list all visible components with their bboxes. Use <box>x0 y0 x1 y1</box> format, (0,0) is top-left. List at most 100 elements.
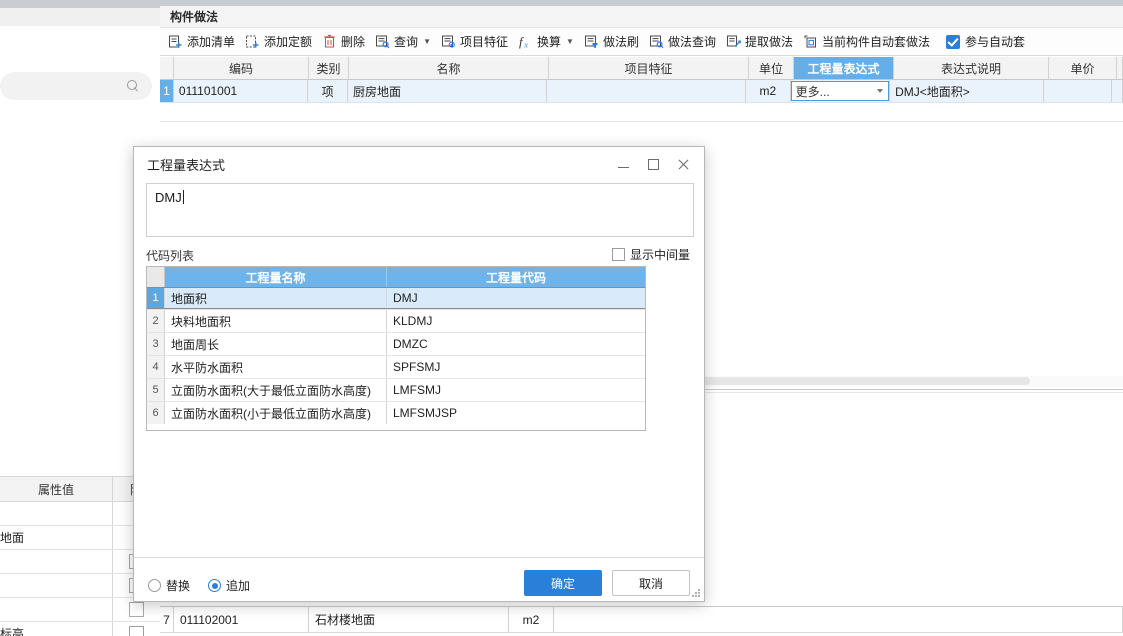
method-query-button[interactable]: 做法查询 <box>649 33 716 50</box>
grid-header-name[interactable]: 名称 <box>349 57 549 79</box>
cell-code[interactable]: 011102001 <box>174 607 309 632</box>
auto-apply-button[interactable]: 当前构件自动套做法 <box>803 33 930 50</box>
grid-header-index <box>160 57 174 79</box>
cell-category[interactable]: 项 <box>308 80 349 102</box>
method-grid: 编码 类别 名称 项目特征 单位 工程量表达式 表达式说明 单价 1 01110… <box>160 57 1123 122</box>
grid-header-row: 编码 类别 名称 项目特征 单位 工程量表达式 表达式说明 单价 <box>160 57 1123 80</box>
cell-quantity-code: KLDMJ <box>393 314 433 328</box>
row-index: 1 <box>147 288 165 308</box>
delete-button[interactable]: 删除 <box>322 33 365 50</box>
close-button[interactable] <box>668 151 698 177</box>
attach-checkbox[interactable] <box>128 602 144 617</box>
minimize-button[interactable] <box>608 151 638 177</box>
conversion-label: 换算 <box>537 35 562 49</box>
conversion-button[interactable]: f x 换算 ▼ <box>518 33 574 50</box>
row-divider <box>112 574 113 597</box>
code-header-name[interactable]: 工程量名称 <box>165 267 387 287</box>
feature-icon <box>441 34 456 49</box>
list-item[interactable]: 4 水平防水面积 SPFSMJ <box>147 355 645 378</box>
row-divider <box>112 622 113 636</box>
grid-header-feature[interactable]: 项目特征 <box>549 57 749 79</box>
grid-header-unit[interactable]: 单位 <box>749 57 794 79</box>
code-header-code[interactable]: 工程量代码 <box>387 267 645 287</box>
left-top-strip <box>0 0 160 8</box>
extract-method-button[interactable]: 提取做法 <box>726 33 793 50</box>
bottom-grid: 7 011102001 石材楼地面 m2 <box>160 606 1123 636</box>
cancel-button[interactable]: 取消 <box>612 570 690 596</box>
cell-name[interactable]: 厨房地面 <box>348 80 547 102</box>
radio-replace[interactable]: 替换 <box>148 577 190 594</box>
fx-icon: f x <box>518 34 533 49</box>
show-intermediate-checkbox[interactable]: 显示中间量 <box>611 246 690 263</box>
project-feature-button[interactable]: 项目特征 <box>441 33 508 50</box>
cell-quantity-code: LMFSMJ <box>393 383 441 397</box>
cell-expression[interactable]: 更多... <box>790 80 891 102</box>
code-table-filler <box>147 424 645 430</box>
add-list-label: 添加清单 <box>187 35 236 49</box>
project-feature-label: 项目特征 <box>459 35 508 49</box>
cell-quantity-code: LMFSMJSP <box>393 406 458 420</box>
expression-textarea[interactable]: DMJ <box>146 183 694 237</box>
auto-apply-icon <box>803 34 818 49</box>
expression-dropdown[interactable]: 更多... <box>790 81 890 101</box>
participate-auto-apply-label: 参与自动套 <box>965 35 1026 49</box>
table-row[interactable]: 7 011102001 石材楼地面 m2 <box>160 606 1123 633</box>
cell-feature[interactable] <box>547 80 746 102</box>
table-row[interactable]: 1 011101001 项 厨房地面 m2 更多... DMJ<地面积> <box>160 80 1123 103</box>
minimize-icon <box>617 167 629 168</box>
row-divider <box>112 598 113 621</box>
method-brush-button[interactable]: 做法刷 <box>584 33 639 50</box>
cell-name[interactable]: 石材楼地面 <box>309 607 509 632</box>
maximize-icon <box>647 158 659 170</box>
resize-grip-icon[interactable] <box>692 589 701 598</box>
cell-quantity-name: 立面防水面积(小于最低立面防水高度) <box>165 402 387 424</box>
cell-quantity-code: SPFSMJ <box>393 360 441 374</box>
list-item[interactable]: 3 地面周长 DMZC <box>147 332 645 355</box>
cell-quantity-name: 地面积 <box>165 288 387 308</box>
row-index: 3 <box>147 333 165 355</box>
grid-header-expression-desc[interactable]: 表达式说明 <box>894 57 1049 79</box>
attach-checkbox[interactable] <box>128 626 144 636</box>
trash-icon <box>322 34 337 49</box>
property-row[interactable]: 标高 <box>0 622 160 636</box>
grid-header-category[interactable]: 类别 <box>309 57 349 79</box>
cell-unit[interactable]: m2 <box>509 607 554 632</box>
cell-code[interactable]: 011101001 <box>174 80 309 102</box>
grid-header-expression[interactable]: 工程量表达式 <box>794 57 894 79</box>
chevron-down-icon[interactable]: ▼ <box>423 37 431 46</box>
query-icon <box>375 34 390 49</box>
toolbar: 添加清单 添加定额 删除 查询 ▼ 项目特征 f x 换算 ▼ 做法刷 做法查询… <box>160 28 1123 56</box>
dialog-title-bar[interactable]: 工程量表达式 <box>134 147 704 181</box>
chevron-down-icon[interactable] <box>877 89 884 93</box>
property-value: 标高 <box>0 627 25 636</box>
list-item[interactable]: 6 立面防水面积(小于最低立面防水高度) LMFSMJSP <box>147 401 645 424</box>
checkbox-checked-icon <box>946 34 960 49</box>
cell-unit[interactable]: m2 <box>746 80 791 102</box>
list-item[interactable]: 1 地面积 DMJ <box>147 287 645 309</box>
grid-header-code[interactable]: 编码 <box>174 57 309 79</box>
extract-method-icon <box>726 34 741 49</box>
cell-expression-desc[interactable]: DMJ<地面积> <box>890 80 1045 102</box>
search-input[interactable] <box>0 72 152 100</box>
method-brush-label: 做法刷 <box>602 35 639 49</box>
chevron-down-icon[interactable]: ▼ <box>566 37 574 46</box>
search-icon <box>127 79 140 93</box>
property-header-divider <box>112 477 113 501</box>
maximize-button[interactable] <box>638 151 668 177</box>
grid-header-price[interactable]: 单价 <box>1049 57 1117 79</box>
cell-price[interactable] <box>1044 80 1113 102</box>
list-item[interactable]: 5 立面防水面积(大于最低立面防水高度) LMFSMJ <box>147 378 645 401</box>
confirm-button[interactable]: 确定 <box>524 570 602 596</box>
grid-empty-row <box>160 103 1123 122</box>
query-button[interactable]: 查询 ▼ <box>375 33 431 50</box>
participate-auto-apply-checkbox[interactable]: 参与自动套 <box>946 33 1025 50</box>
dialog-window-buttons <box>608 147 698 181</box>
list-item[interactable]: 2 块料地面积 KLDMJ <box>147 309 645 332</box>
add-quota-icon <box>245 34 260 49</box>
add-list-button[interactable]: 添加清单 <box>168 33 235 50</box>
radio-append[interactable]: 追加 <box>208 577 250 594</box>
auto-apply-label: 当前构件自动套做法 <box>821 35 930 49</box>
add-quota-button[interactable]: 添加定额 <box>245 33 312 50</box>
code-list-table: 工程量名称 工程量代码 1 地面积 DMJ 2 块料地面积 KLDMJ 3 地面… <box>146 266 646 431</box>
property-value: 地面 <box>0 531 25 545</box>
